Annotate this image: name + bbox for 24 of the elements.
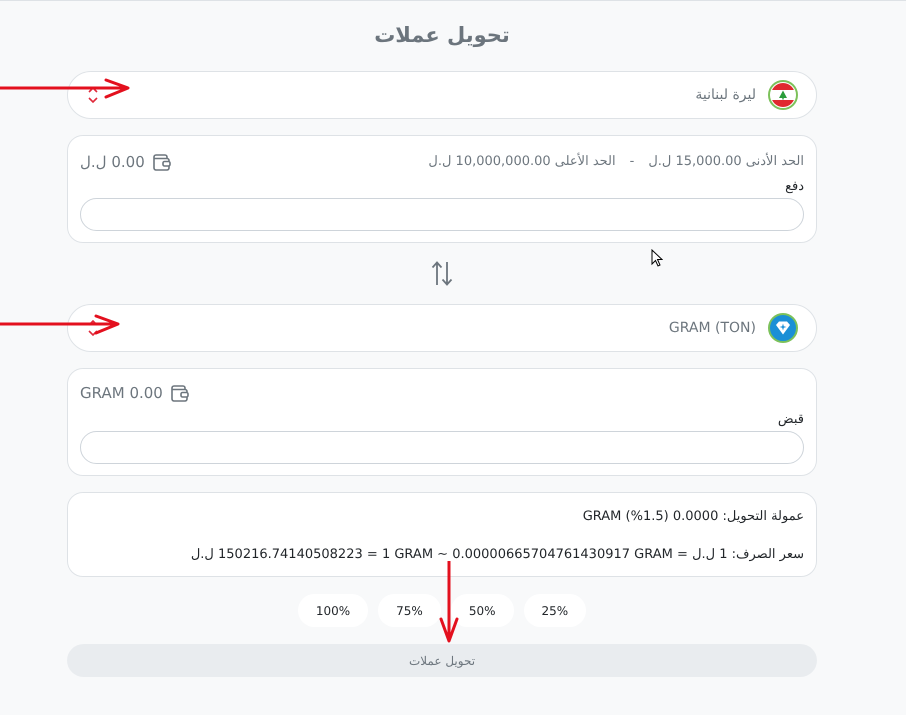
maximum-limit: الحد الأعلى 10,000,000.00 ل.ل	[428, 152, 616, 172]
diamond-coin-icon	[768, 313, 798, 343]
swap-arrows-icon[interactable]	[431, 261, 453, 286]
percent-button[interactable]: 25%	[524, 594, 586, 627]
commission-text: عمولة التحويل: 0.0000 (1.5%) GRAM	[582, 508, 804, 526]
wallet-icon	[170, 384, 189, 402]
minimum-limit: الحد الأدنى 15,000.00 ل.ل	[648, 152, 804, 172]
chevron-up-down-icon	[88, 319, 98, 337]
pay-amount-field[interactable]	[80, 198, 804, 231]
limit-separator: -	[630, 153, 634, 172]
field-label: قبض	[778, 411, 804, 429]
lebanon-flag-icon	[768, 80, 798, 110]
wallet-icon	[152, 154, 171, 170]
page-title: تحويل عملات	[373, 22, 511, 50]
wallet-balance: 0.00 GRAM	[80, 382, 163, 404]
wallet-balance: 0.00 ل.ل	[80, 152, 145, 173]
currency-select[interactable]: GRAM (TON)	[67, 304, 817, 352]
mouse-pointer-icon	[651, 249, 663, 267]
receive-amount-field[interactable]	[80, 431, 804, 464]
currency-select[interactable]: ليرة لبنانية	[67, 71, 817, 119]
percent-button[interactable]: 75%	[378, 594, 441, 627]
percent-button[interactable]: 100%	[298, 594, 368, 627]
percent-button[interactable]: 50%	[450, 594, 514, 627]
field-label: دفع	[785, 178, 804, 196]
